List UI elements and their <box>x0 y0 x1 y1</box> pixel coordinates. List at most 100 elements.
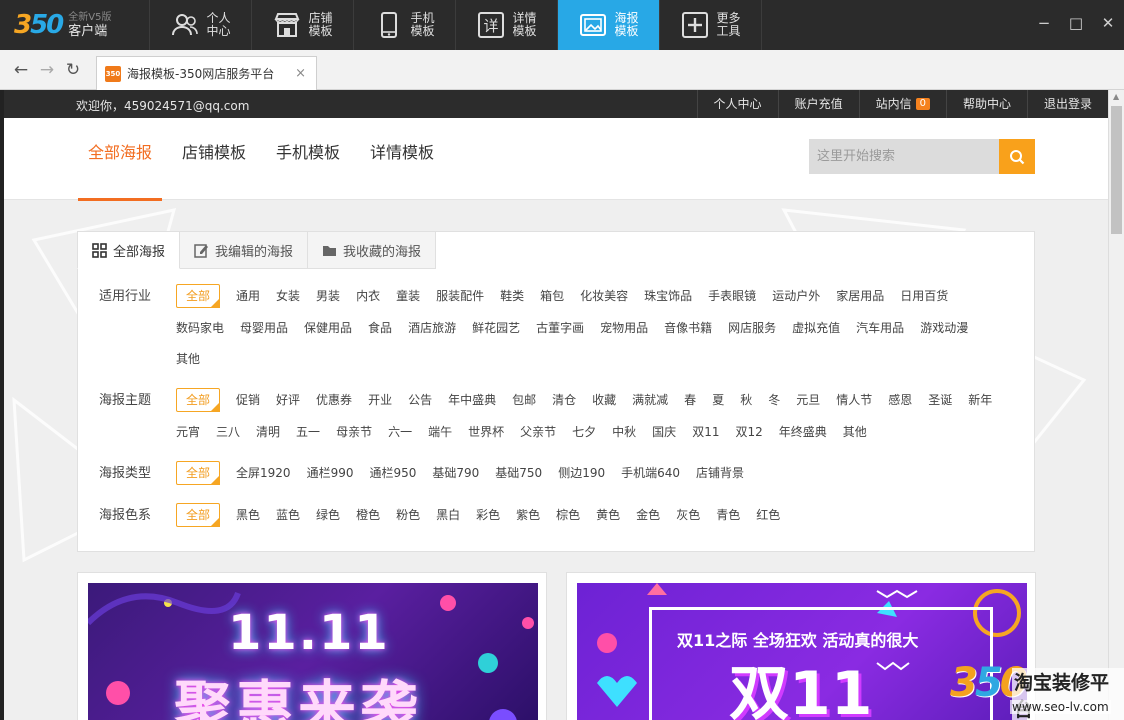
filter-option[interactable]: 运动户外 <box>772 286 820 307</box>
filter-option[interactable]: 店铺背景 <box>696 463 744 484</box>
nav-mobile-template[interactable]: 手机 模板 <box>354 0 456 50</box>
filter-option[interactable]: 清明 <box>256 422 280 443</box>
filter-option[interactable]: 黄色 <box>596 505 620 526</box>
link-help[interactable]: 帮助中心 <box>945 90 1027 118</box>
filter-option[interactable]: 六一 <box>388 422 412 443</box>
filter-option[interactable]: 男装 <box>316 286 340 307</box>
filter-option[interactable]: 鲜花园艺 <box>472 318 520 339</box>
filter-option[interactable]: 网店服务 <box>728 318 776 339</box>
filter-option[interactable]: 手表眼镜 <box>708 286 756 307</box>
filter-option[interactable]: 棕色 <box>556 505 580 526</box>
tab-my-favorite-posters[interactable]: 我收藏的海报 <box>308 231 437 269</box>
filter-option[interactable]: 新年 <box>968 390 992 411</box>
filter-option[interactable]: 粉色 <box>396 505 420 526</box>
filter-option-selected[interactable]: 全部 <box>176 503 221 527</box>
filter-option[interactable]: 食品 <box>368 318 392 339</box>
filter-option[interactable]: 好评 <box>276 390 300 411</box>
filter-option[interactable]: 夏 <box>712 390 724 411</box>
filter-option[interactable]: 灰色 <box>676 505 700 526</box>
filter-option[interactable]: 宠物用品 <box>600 318 648 339</box>
filter-option[interactable]: 国庆 <box>652 422 676 443</box>
search-button[interactable] <box>999 139 1035 174</box>
filter-option[interactable]: 秋 <box>740 390 752 411</box>
filter-option[interactable]: 三八 <box>216 422 240 443</box>
page-scrollbar[interactable]: ▲ <box>1108 90 1124 720</box>
filter-option[interactable]: 珠宝饰品 <box>644 286 692 307</box>
tab-store-templates[interactable]: 店铺模板 <box>172 118 256 200</box>
filter-option-selected[interactable]: 全部 <box>176 388 221 412</box>
filter-option[interactable]: 双11 <box>692 422 719 443</box>
filter-option[interactable]: 基础750 <box>495 463 542 484</box>
link-logout[interactable]: 退出登录 <box>1026 90 1108 118</box>
filter-option[interactable]: 清仓 <box>552 390 576 411</box>
minimize-button[interactable]: − <box>1028 14 1060 32</box>
filter-option[interactable]: 黑色 <box>236 505 260 526</box>
filter-option[interactable]: 基础790 <box>432 463 479 484</box>
filter-option[interactable]: 双12 <box>735 422 762 443</box>
filter-option[interactable]: 收藏 <box>592 390 616 411</box>
filter-option[interactable]: 端午 <box>428 422 452 443</box>
link-messages[interactable]: 站内信 0 <box>858 90 946 118</box>
filter-option[interactable]: 包邮 <box>512 390 536 411</box>
tab-detail-templates[interactable]: 详情模板 <box>360 118 444 200</box>
filter-option[interactable]: 音像书籍 <box>664 318 712 339</box>
tab-all-posters-panel[interactable]: 全部海报 <box>77 231 181 269</box>
link-recharge[interactable]: 账户充值 <box>777 90 859 118</box>
filter-option[interactable]: 父亲节 <box>520 422 556 443</box>
filter-option[interactable]: 蓝色 <box>276 505 300 526</box>
filter-option[interactable]: 年中盛典 <box>448 390 496 411</box>
filter-option[interactable]: 箱包 <box>540 286 564 307</box>
filter-option[interactable]: 服装配件 <box>436 286 484 307</box>
filter-option[interactable]: 内衣 <box>356 286 380 307</box>
filter-option[interactable]: 数码家电 <box>176 318 224 339</box>
filter-option[interactable]: 五一 <box>296 422 320 443</box>
filter-option-selected[interactable]: 全部 <box>176 461 221 485</box>
filter-option[interactable]: 游戏动漫 <box>920 318 968 339</box>
filter-option[interactable]: 满就减 <box>632 390 668 411</box>
filter-option[interactable]: 女装 <box>276 286 300 307</box>
filter-option[interactable]: 家居用品 <box>836 286 884 307</box>
filter-option[interactable]: 手机端640 <box>621 463 680 484</box>
tab-all-posters[interactable]: 全部海报 <box>78 118 163 201</box>
filter-option[interactable]: 中秋 <box>612 422 636 443</box>
filter-option[interactable]: 通栏990 <box>307 463 354 484</box>
scroll-thumb[interactable] <box>1111 106 1122 234</box>
filter-option[interactable]: 紫色 <box>516 505 540 526</box>
poster-thumbnail[interactable]: 11.11 聚惠来袭 <box>88 583 538 720</box>
browser-tab[interactable]: 350 海报模板-350网店服务平台 × <box>96 56 317 90</box>
filter-option[interactable]: 保健用品 <box>304 318 352 339</box>
filter-option[interactable]: 金色 <box>636 505 660 526</box>
filter-option[interactable]: 酒店旅游 <box>408 318 456 339</box>
filter-option[interactable]: 情人节 <box>836 390 872 411</box>
nav-personal-center[interactable]: 个人 中心 <box>150 0 252 50</box>
filter-option[interactable]: 鞋类 <box>500 286 524 307</box>
filter-option[interactable]: 侧边190 <box>558 463 605 484</box>
filter-option[interactable]: 黑白 <box>436 505 460 526</box>
search-input[interactable] <box>809 139 999 174</box>
filter-option[interactable]: 元宵 <box>176 422 200 443</box>
tab-close-button[interactable]: × <box>295 66 306 81</box>
filter-option[interactable]: 春 <box>684 390 696 411</box>
filter-option[interactable]: 虚拟充值 <box>792 318 840 339</box>
filter-option[interactable]: 橙色 <box>356 505 380 526</box>
close-window-button[interactable]: ✕ <box>1092 14 1124 32</box>
filter-option[interactable]: 古董字画 <box>536 318 584 339</box>
filter-option[interactable]: 化妆美容 <box>580 286 628 307</box>
filter-option[interactable]: 汽车用品 <box>856 318 904 339</box>
filter-option[interactable]: 促销 <box>236 390 260 411</box>
filter-option[interactable]: 童装 <box>396 286 420 307</box>
nav-detail-template[interactable]: 详 详情 模板 <box>456 0 558 50</box>
filter-option[interactable]: 优惠券 <box>316 390 352 411</box>
filter-option[interactable]: 青色 <box>716 505 740 526</box>
filter-option[interactable]: 公告 <box>408 390 432 411</box>
filter-option[interactable]: 彩色 <box>476 505 500 526</box>
filter-option[interactable]: 全屏1920 <box>236 463 291 484</box>
filter-option[interactable]: 七夕 <box>572 422 596 443</box>
filter-option[interactable]: 冬 <box>768 390 780 411</box>
back-button[interactable]: ← <box>8 60 34 80</box>
maximize-button[interactable]: □ <box>1060 14 1092 32</box>
filter-option[interactable]: 其他 <box>176 349 200 370</box>
nav-poster-template[interactable]: 海报 模板 <box>558 0 660 50</box>
link-personal-center[interactable]: 个人中心 <box>696 90 778 118</box>
filter-option[interactable]: 元旦 <box>796 390 820 411</box>
